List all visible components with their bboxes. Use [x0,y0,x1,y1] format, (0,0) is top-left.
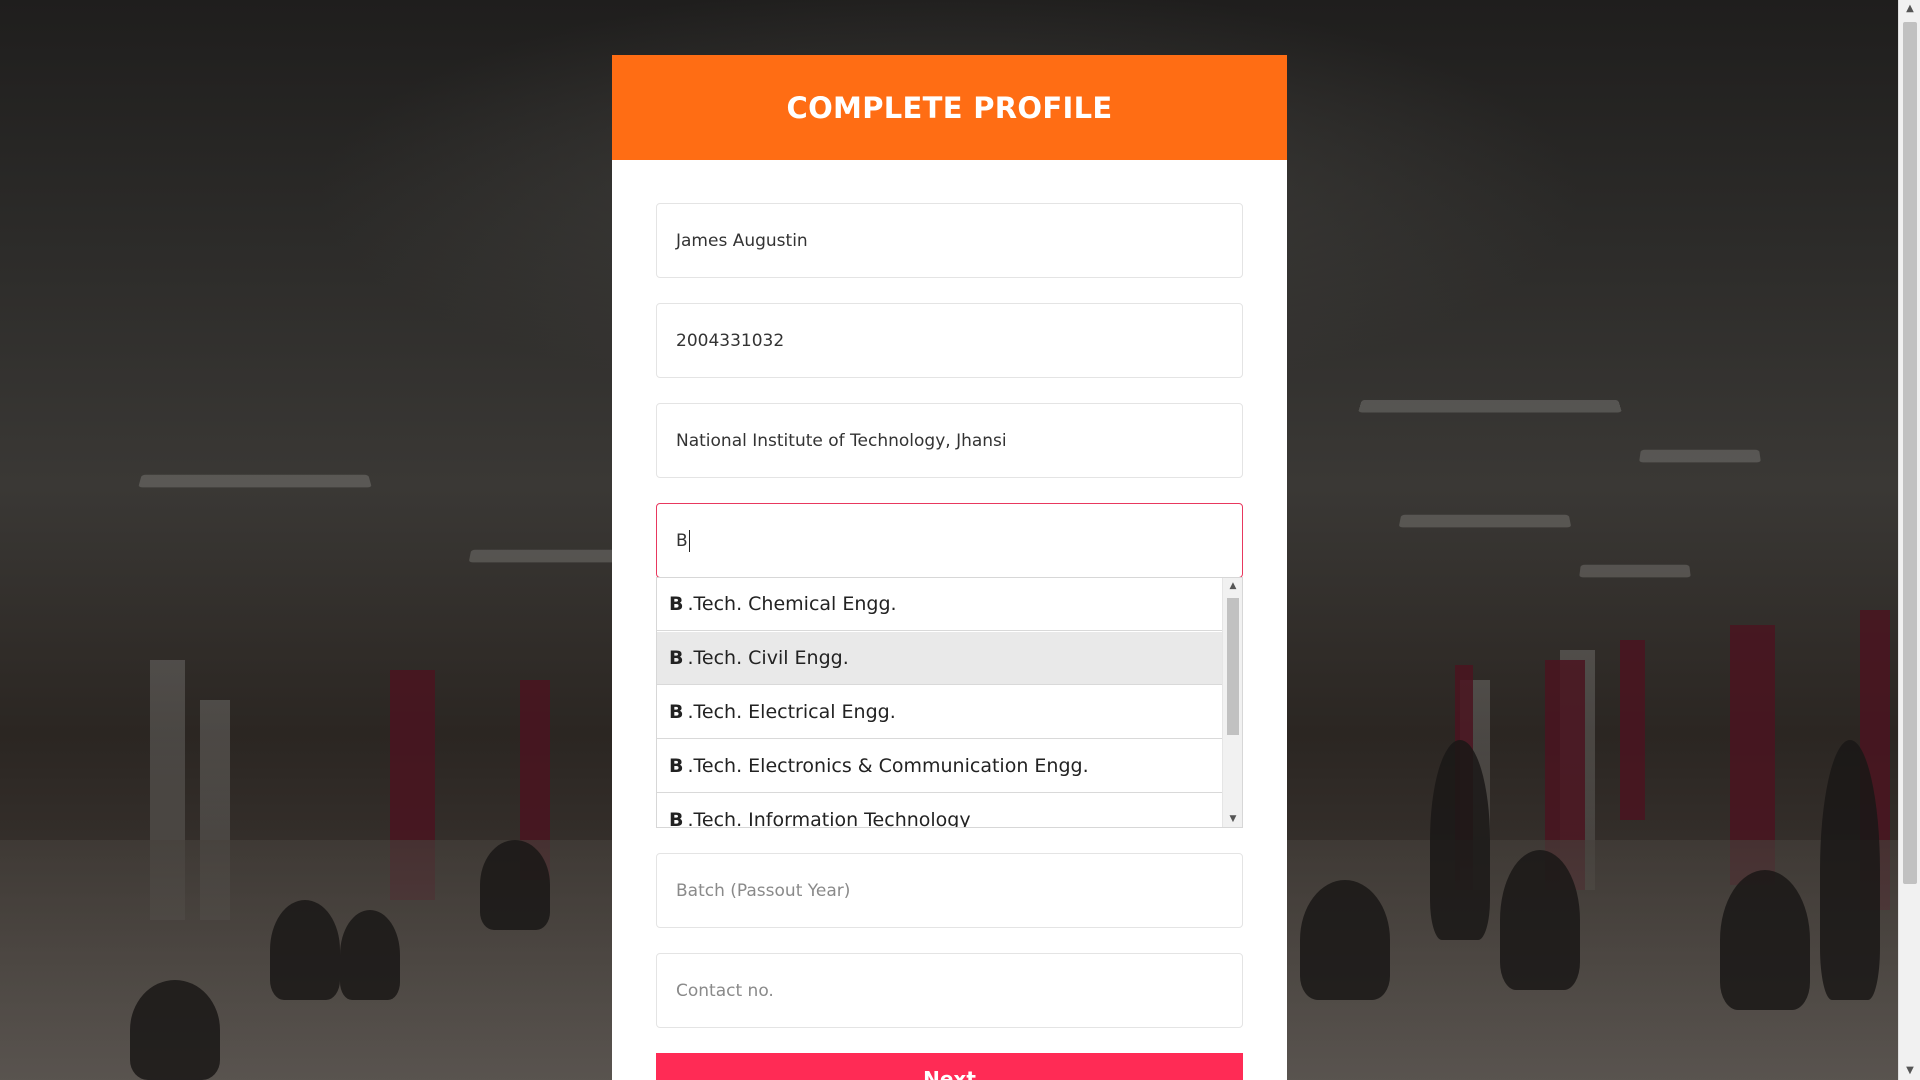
page-scrollbar[interactable]: ▲ ▼ [1898,0,1920,1080]
contact-field[interactable]: Contact no. [656,953,1243,1028]
autocomplete-option-0[interactable]: B .Tech. Chemical Engg. [657,578,1222,631]
next-button[interactable]: Next [656,1053,1243,1080]
course-value: B [676,530,688,551]
option-label: .Tech. Electrical Engg. [687,701,896,723]
autocomplete-option-4[interactable]: B .Tech. Information Technology [657,794,1222,828]
roll-number-value: 2004331032 [676,330,785,351]
profile-card: COMPLETE PROFILE James Augustin 20043310… [612,55,1287,1080]
option-match-prefix: B [669,701,684,723]
option-match-prefix: B [669,647,684,669]
card-header: COMPLETE PROFILE [612,55,1287,160]
text-caret [688,529,690,552]
institute-field[interactable]: National Institute of Technology, Jhansi [656,403,1243,478]
next-button-label: Next [923,1067,976,1080]
dropdown-scrollbar[interactable]: ▲ ▼ [1222,578,1242,827]
triangle-down-icon[interactable]: ▼ [1223,811,1242,827]
dropdown-scroll-thumb[interactable] [1227,598,1239,735]
option-label: .Tech. Chemical Engg. [687,593,897,615]
option-label: .Tech. Information Technology [687,809,971,828]
contact-placeholder: Contact no. [676,980,774,1001]
autocomplete-option-2[interactable]: B .Tech. Electrical Engg. [657,686,1222,739]
batch-field[interactable]: Batch (Passout Year) [656,853,1243,928]
option-label: .Tech. Electronics & Communication Engg. [687,755,1089,777]
scroll-down-icon[interactable]: ▼ [1899,1062,1920,1080]
autocomplete-option-1[interactable]: B .Tech. Civil Engg. [657,632,1222,685]
name-value: James Augustin [676,230,808,251]
option-match-prefix: B [669,809,684,828]
institute-value: National Institute of Technology, Jhansi [676,430,1007,451]
option-match-prefix: B [669,755,684,777]
triangle-up-icon[interactable]: ▲ [1223,578,1242,594]
option-label: .Tech. Civil Engg. [687,647,849,669]
roll-number-field[interactable]: 2004331032 [656,303,1243,378]
autocomplete-option-3[interactable]: B .Tech. Electronics & Communication Engg… [657,740,1222,793]
name-field[interactable]: James Augustin [656,203,1243,278]
autocomplete-dropdown[interactable]: B .Tech. Chemical Engg. B .Tech. Civil Eng… [656,577,1243,828]
scroll-up-icon[interactable]: ▲ [1899,0,1920,18]
page-scroll-thumb[interactable] [1903,22,1917,884]
page-title: COMPLETE PROFILE [786,90,1113,125]
batch-placeholder: Batch (Passout Year) [676,880,851,901]
course-field[interactable]: B [656,503,1243,578]
option-match-prefix: B [669,593,684,615]
